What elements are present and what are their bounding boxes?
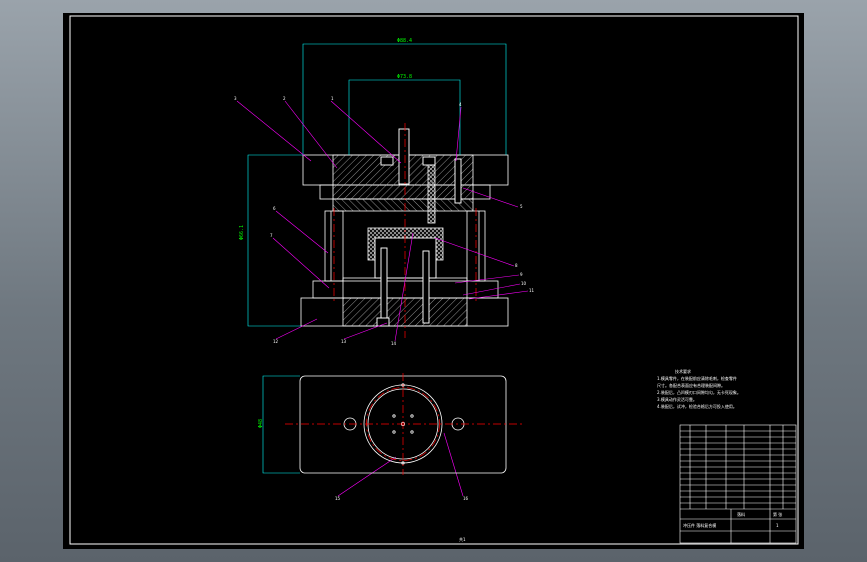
svg-text:16: 16 bbox=[463, 496, 469, 501]
technical-notes: 技术要求 1.模具零件，在装配前应清除毛刺，检查零件 尺寸。各配合表面应有合理装… bbox=[657, 368, 741, 409]
plan-centerlines bbox=[285, 373, 525, 475]
svg-text:第 张: 第 张 bbox=[773, 511, 782, 517]
svg-text:12: 12 bbox=[273, 339, 279, 344]
svg-text:10: 10 bbox=[521, 281, 527, 286]
svg-text:9: 9 bbox=[520, 272, 523, 277]
svg-text:13: 13 bbox=[341, 339, 347, 344]
svg-text:冲压件 落料复合模: 冲压件 落料复合模 bbox=[683, 522, 716, 528]
page-marker: 共1 bbox=[459, 536, 466, 542]
svg-text:1: 1 bbox=[776, 523, 779, 528]
svg-text:3: 3 bbox=[234, 96, 237, 101]
cad-drawing: Φ88.4 Φ73.8 Φ66.1 3 2 1 4 5 6 7 8 9 10 1… bbox=[69, 15, 799, 545]
svg-text:6: 6 bbox=[273, 206, 276, 211]
svg-text:尺寸。各配合表面应有合理装配间隙。: 尺寸。各配合表面应有合理装配间隙。 bbox=[657, 382, 725, 388]
svg-text:3.模具动作灵活可靠。: 3.模具动作灵活可靠。 bbox=[657, 396, 697, 402]
svg-text:4.装配后，试冲，检验合格后方可投入使用。: 4.装配后，试冲，检验合格后方可投入使用。 bbox=[657, 403, 737, 409]
svg-text:15: 15 bbox=[335, 496, 341, 501]
svg-text:4: 4 bbox=[459, 102, 462, 107]
svg-text:5: 5 bbox=[520, 204, 523, 209]
dim-plan-height: Φ48 bbox=[258, 419, 264, 428]
svg-text:2: 2 bbox=[283, 96, 286, 101]
dim-height: Φ66.1 bbox=[239, 225, 245, 240]
svg-text:落料: 落料 bbox=[737, 511, 745, 517]
svg-text:7: 7 bbox=[270, 233, 273, 238]
drawing-sheet: Φ88.4 Φ73.8 Φ66.1 3 2 1 4 5 6 7 8 9 10 1… bbox=[63, 13, 804, 549]
section-view bbox=[300, 128, 509, 327]
svg-text:2.装配后，凸凹模刃口间隙均匀，无卡死现象。: 2.装配后，凸凹模刃口间隙均匀，无卡死现象。 bbox=[657, 389, 741, 395]
dim-top-width: Φ88.4 bbox=[397, 38, 412, 44]
svg-text:8: 8 bbox=[515, 263, 518, 268]
svg-text:11: 11 bbox=[529, 288, 535, 293]
svg-text:14: 14 bbox=[391, 341, 397, 346]
svg-text:1: 1 bbox=[331, 96, 334, 101]
plan-dimensions bbox=[262, 375, 300, 474]
dim-inner-width: Φ73.8 bbox=[397, 74, 412, 80]
title-block-text: 落料 第 张 冲压件 落料复合模 1 bbox=[683, 511, 782, 528]
svg-text:技术要求: 技术要求 bbox=[675, 368, 691, 374]
drawing-border bbox=[69, 15, 799, 545]
svg-text:1.模具零件，在装配前应清除毛刺，检查零件: 1.模具零件，在装配前应清除毛刺，检查零件 bbox=[657, 375, 737, 381]
